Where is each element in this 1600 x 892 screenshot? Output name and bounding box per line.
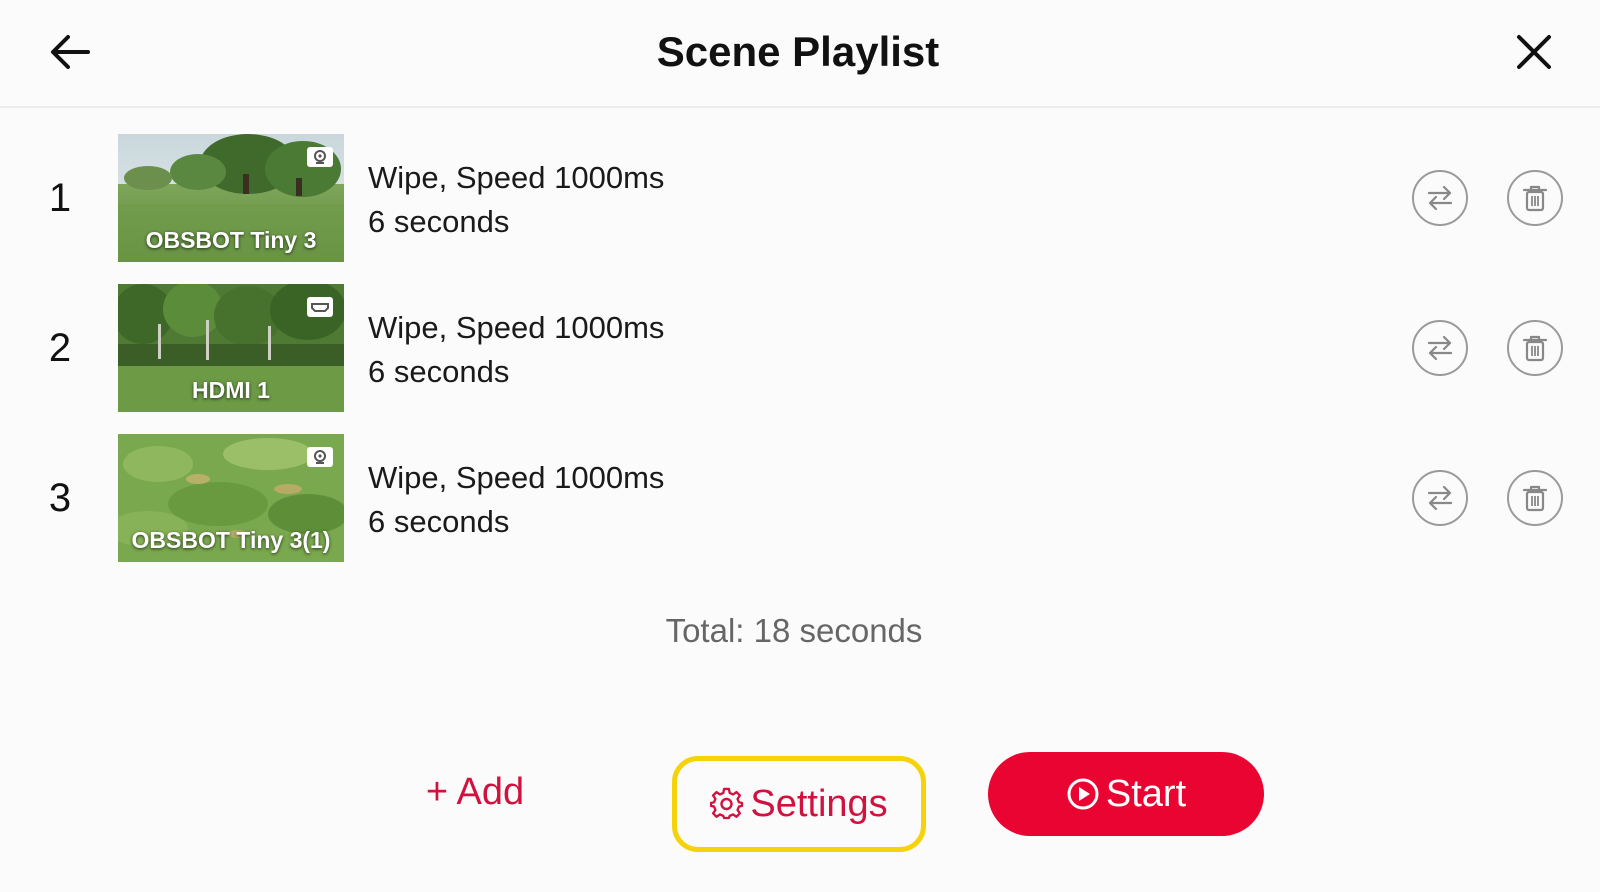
delete-scene-button[interactable] (1507, 320, 1563, 376)
start-label: Start (1105, 772, 1187, 815)
scene-duration: 6 seconds (368, 504, 510, 539)
delete-scene-button[interactable] (1507, 170, 1563, 226)
trash-icon (1522, 185, 1548, 212)
delete-scene-button[interactable] (1507, 470, 1563, 526)
scene-transition: Wipe, Speed 1000ms (368, 160, 665, 195)
play-circle-icon (1067, 778, 1099, 810)
settings-button[interactable]: Settings (672, 756, 926, 852)
scene-index: 1 (48, 176, 72, 220)
settings-label: Settings (750, 782, 888, 825)
scene-index: 3 (48, 476, 72, 520)
trash-icon (1522, 485, 1548, 512)
replace-scene-button[interactable] (1412, 470, 1468, 526)
scene-row[interactable]: 3 OBSBOT Tiny 3(1) Wipe, Speed 1000ms 6 … (0, 434, 1600, 562)
gear-icon (710, 787, 744, 820)
arrow-left-icon (51, 35, 90, 69)
scene-duration: 6 seconds (368, 204, 510, 239)
replace-scene-button[interactable] (1412, 170, 1468, 226)
back-button[interactable] (44, 26, 96, 78)
close-icon (1517, 35, 1551, 69)
swap-icon (1427, 335, 1453, 361)
swap-icon (1427, 185, 1453, 211)
total-duration: Total: 18 seconds (665, 612, 923, 649)
swap-icon (1427, 485, 1453, 511)
webcam-icon (307, 447, 333, 467)
hdmi-icon (307, 297, 333, 317)
scene-row[interactable]: 2 HDMI 1 Wipe, Speed 1000ms 6 seconds (0, 284, 1600, 412)
replace-scene-button[interactable] (1412, 320, 1468, 376)
scene-label: HDMI 1 (192, 377, 270, 403)
scene-label: OBSBOT Tiny 3 (145, 227, 317, 253)
app-header: Scene Playlist (0, 0, 1600, 108)
start-button[interactable]: Start (988, 752, 1264, 836)
scene-duration: 6 seconds (368, 354, 510, 389)
scene-index: 2 (48, 326, 72, 370)
close-button[interactable] (1508, 26, 1560, 78)
scene-details: Wipe, Speed 1000ms 6 seconds (368, 306, 664, 394)
trash-icon (1522, 335, 1548, 362)
scene-row[interactable]: 1 OBSBOT Tiny 3 Wipe, Speed 1000ms 6 sec… (0, 134, 1600, 262)
scene-details: Wipe, Speed 1000ms 6 seconds (368, 456, 664, 544)
scene-thumbnail[interactable]: OBSBOT Tiny 3 (118, 134, 344, 262)
scene-transition: Wipe, Speed 1000ms (368, 310, 665, 345)
scene-details: Wipe, Speed 1000ms 6 seconds (368, 156, 664, 244)
webcam-icon (307, 147, 333, 167)
add-scene-button[interactable]: + Add (410, 762, 540, 822)
scene-thumbnail[interactable]: OBSBOT Tiny 3(1) (118, 434, 344, 562)
scene-transition: Wipe, Speed 1000ms (368, 460, 665, 495)
scene-thumbnail[interactable]: HDMI 1 (118, 284, 344, 412)
page-title: Scene Playlist (656, 28, 940, 75)
scene-label: OBSBOT Tiny 3(1) (131, 527, 331, 553)
